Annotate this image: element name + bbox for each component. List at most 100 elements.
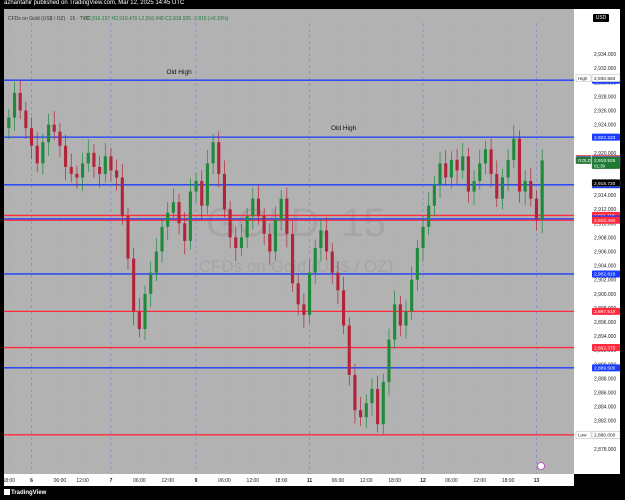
candle-body — [472, 181, 476, 192]
chart-frame: azhantahir published on TradingView.com,… — [0, 0, 625, 500]
price-tick-label: 2,878.000 — [594, 447, 616, 453]
candle-body — [325, 230, 329, 252]
candle-body — [29, 128, 34, 146]
price-tag-value: 2,915.720 — [594, 181, 616, 187]
price-tick-label: 2,934.000 — [594, 52, 616, 58]
candle-body — [251, 198, 255, 217]
time-tick-label: 12:00 — [360, 478, 373, 484]
candle-body — [370, 388, 374, 404]
candle-body — [154, 251, 158, 273]
time-axis — [4, 474, 574, 486]
candle-body — [432, 184, 436, 206]
candle-body — [262, 216, 266, 234]
time-tick-label: 18:00 — [502, 478, 515, 484]
candle-body — [285, 198, 289, 234]
chart-canvas[interactable]: GOLD, 15 CFDs on Gold (US$ / OZ) Old Hig… — [0, 0, 625, 500]
price-tick-label: 2,894.000 — [594, 334, 616, 340]
candle-body — [398, 304, 402, 326]
candle-body — [319, 230, 323, 248]
level-price-label: 2,922.223 — [594, 135, 616, 141]
candle-body — [81, 163, 85, 178]
price-tick-label: 2,928.000 — [594, 94, 616, 100]
price-tick-label: 2,886.000 — [594, 391, 616, 397]
watermark-name: CFDs on Gold (US$ / OZ) — [199, 257, 394, 276]
time-tick-label: 06:00 — [133, 478, 146, 484]
candle-body — [449, 159, 453, 178]
time-tick-label: 9 — [195, 478, 198, 484]
old-high-label: Old High — [166, 69, 192, 76]
candle-body — [126, 216, 130, 259]
candle-body — [478, 163, 482, 181]
time-tick-label: 6 — [30, 478, 33, 484]
old-high-label: Old High — [331, 125, 357, 132]
time-tick-label: 11 — [307, 478, 313, 484]
candle-body — [24, 110, 28, 129]
candle-body — [205, 163, 209, 206]
price-tick-label: 2,882.000 — [594, 419, 616, 425]
candle-body — [466, 156, 470, 192]
candle-body — [7, 117, 11, 129]
price-tag-name: High — [578, 76, 588, 81]
price-tick-label: 2,888.000 — [594, 376, 616, 382]
price-axis-ticks: 2,878.000 2,880.000 2,882.000 2,884.000 2,88… — [594, 52, 616, 453]
candle-body — [35, 145, 39, 164]
candle-body — [336, 272, 340, 291]
candle-body — [109, 156, 113, 171]
candle-body — [381, 381, 385, 425]
price-tick-label: 2,924.000 — [594, 123, 616, 129]
candle-body — [268, 233, 272, 252]
time-tick-label: 18:00 — [3, 478, 16, 484]
candle-body — [415, 247, 419, 280]
level-price-label: 2,889.500 — [594, 366, 616, 372]
time-tick-label: 12:00 — [76, 478, 89, 484]
price-tick-label: 2,914.000 — [594, 193, 616, 199]
candle-body — [512, 138, 516, 160]
time-tick-label: 06:00 — [54, 478, 67, 484]
time-tick-label: 13 — [534, 478, 540, 484]
candle-body — [98, 166, 102, 174]
currency-button[interactable]: USD — [593, 14, 609, 22]
candle-body — [279, 198, 283, 220]
candle-body — [290, 233, 295, 284]
logo-text: TradingView — [11, 490, 47, 496]
time-tick-label: 12 — [420, 478, 426, 484]
candle-body — [256, 198, 261, 217]
candle-body — [177, 202, 181, 224]
price-tick-label: 2,884.000 — [594, 405, 616, 411]
price-tick-label: 2,904.000 — [594, 264, 616, 270]
candle-body — [427, 205, 431, 227]
price-tick-label: 2,902.000 — [594, 278, 616, 284]
candle-body — [410, 279, 414, 312]
candle-body — [364, 403, 368, 418]
candle-body — [540, 160, 544, 220]
candle-body — [534, 198, 539, 220]
lightning-icon[interactable] — [537, 462, 545, 470]
time-tick-label: 12:00 — [473, 478, 486, 484]
candle-body — [183, 223, 187, 241]
candle-body — [489, 149, 493, 174]
candle-body — [52, 124, 56, 132]
price-tick-label: 2,908.000 — [594, 235, 616, 241]
time-tick-label: 7 — [110, 478, 113, 484]
price-tag-value: 2,930.583 — [594, 76, 616, 82]
candle-body — [143, 293, 147, 330]
candle-body — [41, 142, 45, 164]
candle-body — [438, 163, 442, 185]
time-tick-label: 18:00 — [388, 478, 401, 484]
level-price-label: 2,902.816 — [594, 272, 616, 278]
candle-body — [347, 325, 351, 375]
candle-body — [222, 173, 226, 210]
price-tick-label: 2,900.000 — [594, 292, 616, 298]
candle-body — [495, 173, 499, 199]
time-tick-label: 06:00 — [445, 478, 458, 484]
candle-body — [149, 272, 153, 294]
time-tick-label: 12:00 — [247, 478, 260, 484]
candle-body — [302, 304, 306, 315]
candle-body — [296, 283, 300, 305]
watermark-symbol: GOLD, 15 — [206, 201, 386, 245]
candle-body — [483, 149, 487, 164]
candle-body — [120, 177, 124, 217]
candle-body — [444, 163, 448, 178]
candle-body — [353, 374, 357, 411]
candle-body — [245, 216, 249, 238]
